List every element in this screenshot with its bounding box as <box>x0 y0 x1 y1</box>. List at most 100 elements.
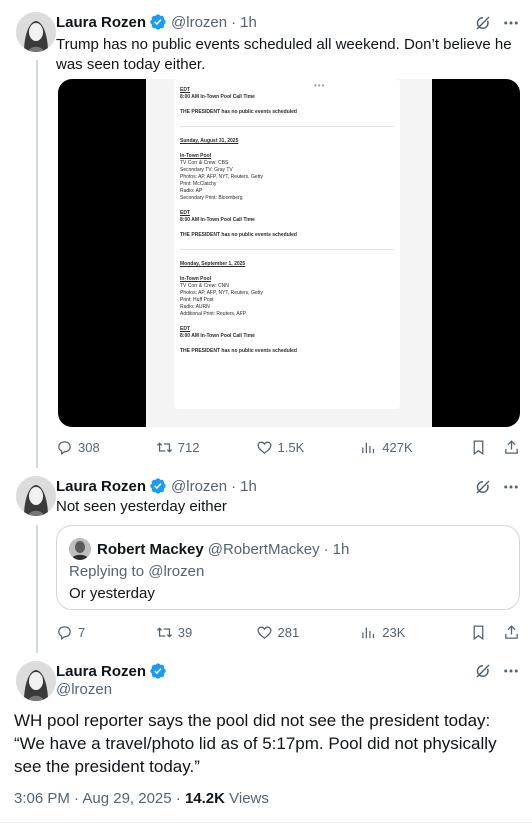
tweet-media-image[interactable]: ••• EDT 8:00 AM In-Town Pool Call Time THE… <box>58 79 520 427</box>
tweet-timestamp[interactable]: 3:06 PM · Aug 29, 2025 · <box>14 790 185 807</box>
document-text-line: TV Corr & Crew: CNN <box>180 283 229 289</box>
reply-count: 7 <box>78 624 86 640</box>
tweet-time[interactable]: 1h <box>240 14 257 31</box>
tweet-corner-actions <box>474 478 520 496</box>
tweet-actions: 7 39 281 23K <box>56 622 520 642</box>
views-count: 427K <box>382 439 413 455</box>
tweet-meta: 3:06 PM · Aug 29, 2025 · 14.2K Views <box>14 790 269 807</box>
document-text-line: Radio: AURN <box>180 304 210 310</box>
views-count: 14.2K <box>184 790 225 807</box>
repost-button[interactable]: 712 <box>156 439 256 456</box>
author-name[interactable]: Laura Rozen <box>56 478 146 495</box>
grok-icon[interactable] <box>474 662 492 680</box>
thread-connector <box>36 525 38 653</box>
tweet-header: Laura Rozen @lrozen · 1h <box>56 477 257 495</box>
schedule-document-page: ••• EDT 8:00 AM In-Town Pool Call Time THE… <box>174 79 400 409</box>
views-icon <box>362 442 375 453</box>
quoted-tweet[interactable]: Robert Mackey @RobertMackey · 1h Replyin… <box>56 525 520 610</box>
document-text-line: THE PRESIDENT has no public events sched… <box>180 348 297 354</box>
tweet-header: Laura Rozen <box>56 662 167 680</box>
reply-icon <box>58 625 71 640</box>
document-menu-dots: ••• <box>314 81 326 90</box>
tweet-actions: 308 712 1.5K 427K <box>56 437 520 457</box>
heart-icon <box>257 441 272 454</box>
views-button[interactable]: 427K <box>360 439 470 456</box>
document-text-line: EDT <box>180 326 190 332</box>
replying-to-label: Replying to @lrozen <box>69 563 205 580</box>
share-icon[interactable] <box>503 439 520 456</box>
schedule-document: ••• EDT 8:00 AM In-Town Pool Call Time THE… <box>146 79 432 427</box>
reply-button[interactable]: 308 <box>56 439 156 456</box>
document-text-line: Secondary TV: Gray TV <box>180 167 233 173</box>
quoted-author-name: Robert Mackey <box>97 540 204 558</box>
document-text-line: TV Corr & Crew: CBS <box>180 160 229 166</box>
more-options-icon[interactable] <box>502 662 520 680</box>
reply-count: 308 <box>78 439 100 455</box>
author-handle[interactable]: @lrozen <box>171 14 227 31</box>
document-divider <box>180 249 394 250</box>
quoted-tweet-time: 1h <box>332 540 350 558</box>
more-options-icon[interactable] <box>502 14 520 32</box>
document-text-line: EDT <box>180 210 190 216</box>
verified-badge-icon <box>149 13 167 31</box>
views-count: 23K <box>382 624 406 640</box>
quoted-tweet-header: Robert Mackey @RobertMackey · 1h <box>69 538 349 560</box>
tweet-corner-actions <box>474 662 520 680</box>
bookmark-icon[interactable] <box>470 439 487 456</box>
document-text-line: In-Town Pool <box>180 276 212 282</box>
grok-icon[interactable] <box>474 14 492 32</box>
author-name[interactable]: Laura Rozen <box>56 663 146 680</box>
quoted-author-handle: @RobertMackey <box>207 540 320 558</box>
tweet-secondary-actions <box>470 439 520 456</box>
verified-badge-icon <box>149 477 167 495</box>
views-icon <box>362 627 375 638</box>
document-text-line: 8:00 AM In-Town Pool Call Time <box>180 217 255 223</box>
tweet-subheader: @lrozen <box>56 681 112 698</box>
thread-connector <box>36 60 38 468</box>
separator-dot: · <box>231 13 237 31</box>
author-name[interactable]: Laura Rozen <box>56 14 146 31</box>
tweet-corner-actions <box>474 14 520 32</box>
tweet-text: Trump has no public events scheduled all… <box>56 36 512 73</box>
grok-icon[interactable] <box>474 478 492 496</box>
verified-badge-icon <box>149 662 167 680</box>
reply-icon <box>58 440 71 455</box>
document-text-line: Radio: AP <box>180 188 203 194</box>
reply-button[interactable]: 7 <box>56 624 156 641</box>
views-label: Views <box>224 790 269 807</box>
repost-button[interactable]: 39 <box>156 624 256 641</box>
document-divider <box>180 126 394 127</box>
more-options-icon[interactable] <box>502 478 520 496</box>
author-handle[interactable]: @lrozen <box>56 681 112 698</box>
document-text-line: Photos: AP, AFP, NYT, Reuters, Getty <box>180 174 263 180</box>
separator-dot: · <box>323 540 329 558</box>
avatar[interactable] <box>16 661 56 701</box>
document-text-line: Photos: AP, AFP, NYT, Reuters, Getty <box>180 290 263 296</box>
document-text-line: THE PRESIDENT has no public events sched… <box>180 109 297 115</box>
repost-count: 39 <box>177 624 193 640</box>
like-button[interactable]: 1.5K <box>256 439 361 456</box>
quoted-avatar <box>69 538 91 560</box>
bookmark-icon[interactable] <box>470 624 487 641</box>
share-icon[interactable] <box>503 624 520 641</box>
document-text-line: EDT <box>180 87 190 93</box>
document-text-line: In-Town Pool <box>180 153 212 159</box>
repost-count: 712 <box>177 439 200 455</box>
divider <box>0 822 532 823</box>
repost-icon <box>156 626 172 638</box>
document-text-line: 8:00 AM In-Town Pool Call Time <box>180 333 255 339</box>
like-button[interactable]: 281 <box>256 624 361 641</box>
document-text-line: THE PRESIDENT has no public events sched… <box>180 232 297 238</box>
like-count: 281 <box>277 624 300 640</box>
separator-dot: · <box>231 477 237 495</box>
author-handle[interactable]: @lrozen <box>171 478 227 495</box>
avatar[interactable] <box>16 12 56 52</box>
focused-tweet-text: WH pool reporter says the pool did not s… <box>14 711 497 776</box>
tweet-header: Laura Rozen @lrozen · 1h <box>56 13 257 31</box>
document-text-line: Secondary Print: Bloomberg <box>180 195 243 201</box>
tweet-time[interactable]: 1h <box>240 478 257 495</box>
heart-icon <box>257 626 272 639</box>
views-button[interactable]: 23K <box>360 624 470 641</box>
avatar[interactable] <box>16 476 56 516</box>
document-text-line: Additional Print: Reuters, AFP <box>180 311 247 317</box>
